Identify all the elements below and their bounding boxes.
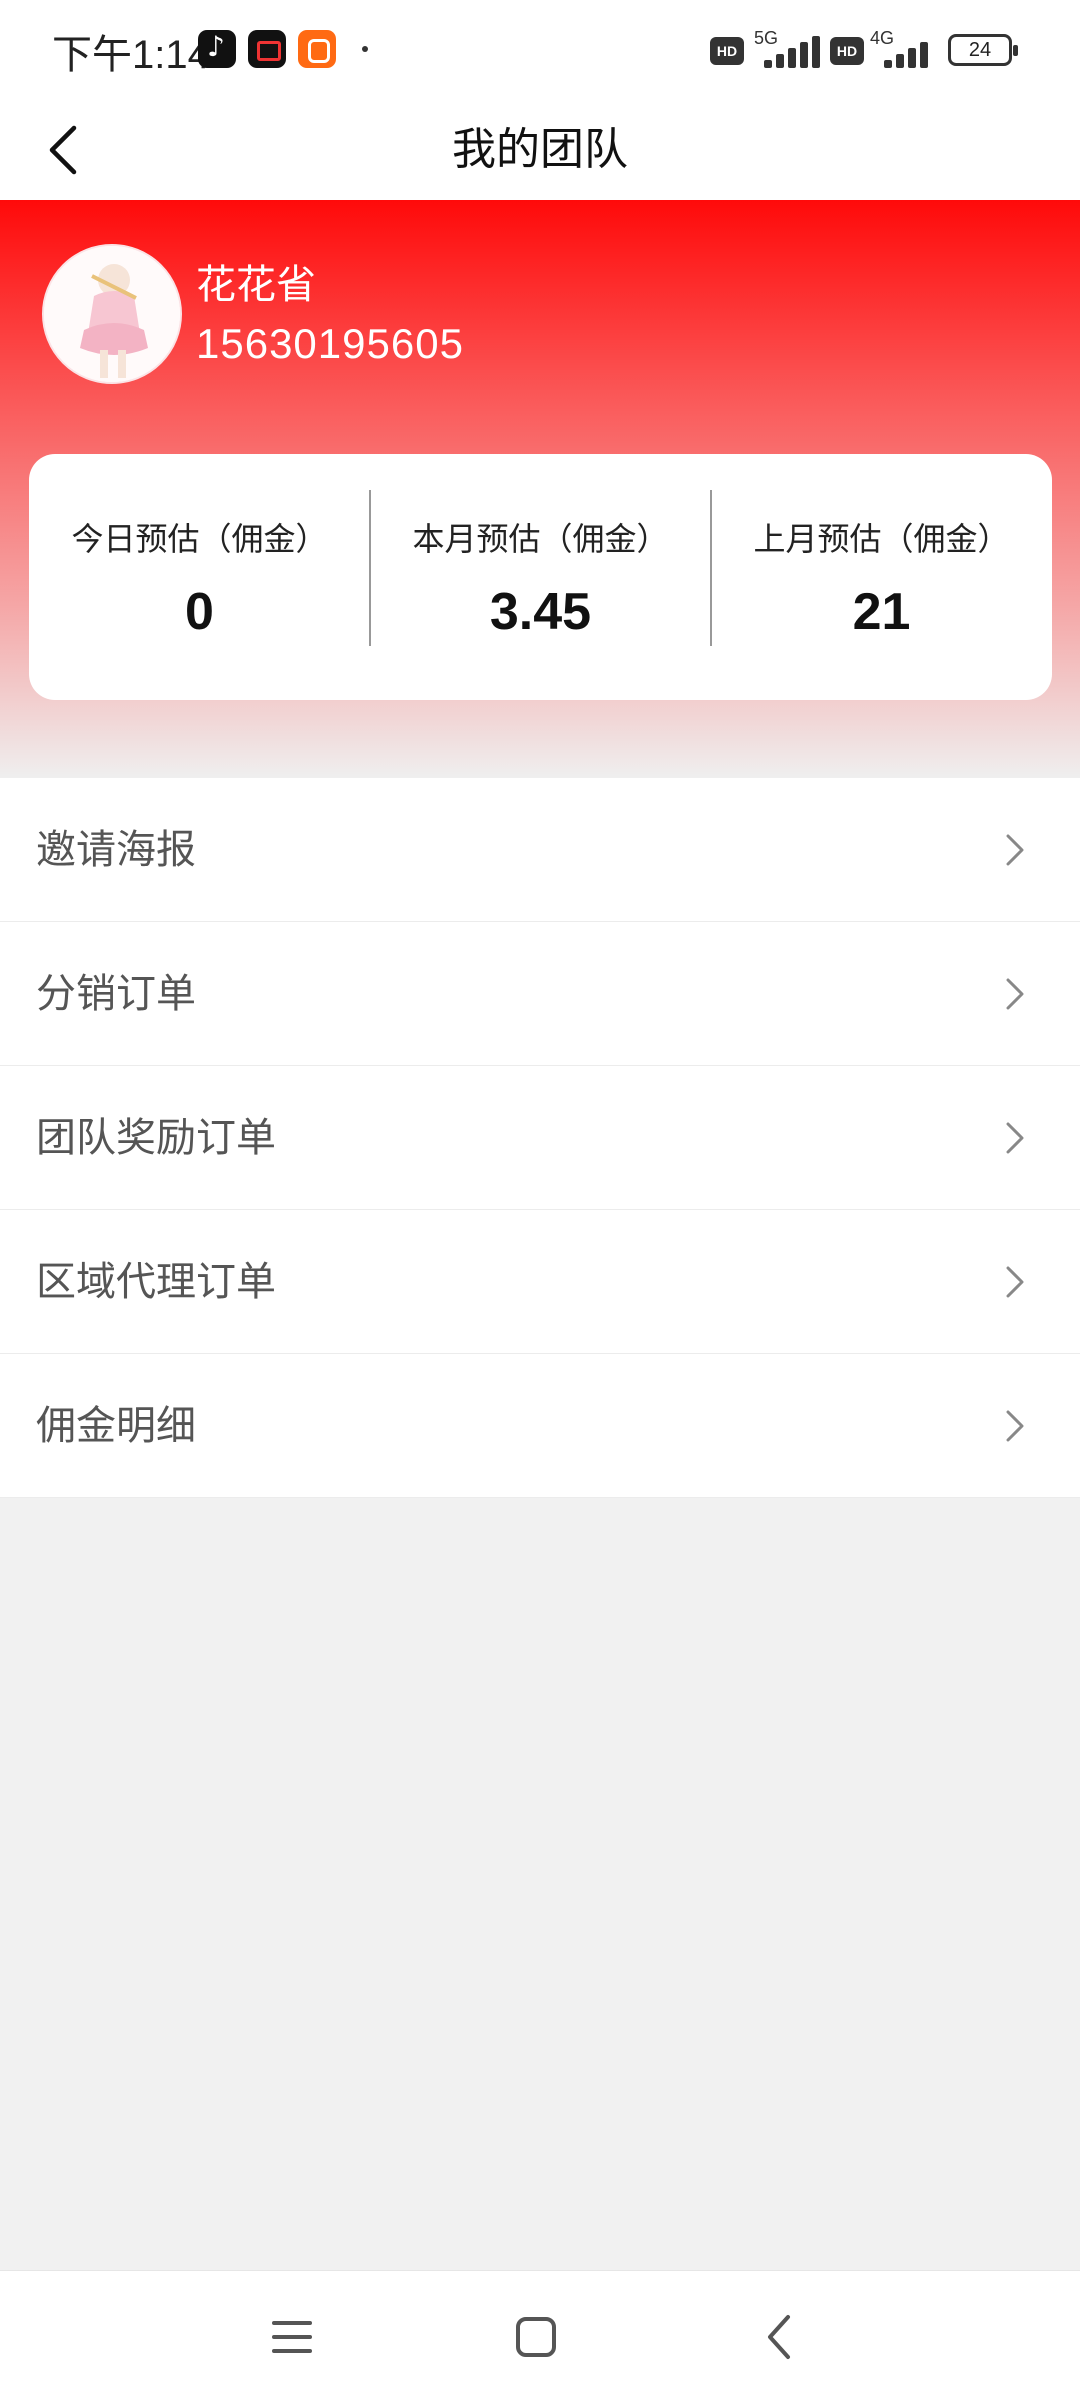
hd-badge-1: HD [710, 37, 744, 65]
menu-item-label: 分销订单 [36, 971, 196, 1017]
status-time: 下午1:14 [52, 33, 210, 77]
menu-list: 邀请海报 分销订单 团队奖励订单 区域代理订单 佣金明细 [0, 778, 1080, 1498]
user-name: 花花省 [196, 262, 316, 308]
system-nav-bar [0, 2270, 1080, 2400]
more-notifications-dot [362, 46, 368, 52]
stat-label: 本月预估（佣金） [412, 520, 669, 558]
stat-this-month: 本月预估（佣金） 3.45 [370, 490, 711, 646]
menu-item-distribution-orders[interactable]: 分销订单 [0, 922, 1080, 1066]
back-icon[interactable] [744, 2301, 816, 2373]
commission-stats-card: 今日预估（佣金） 0 本月预估（佣金） 3.45 上月预估（佣金） 21 [29, 454, 1052, 700]
kuaishou-notification-icon [298, 30, 336, 68]
chevron-right-icon [990, 970, 1038, 1018]
menu-item-commission-details[interactable]: 佣金明细 [0, 1354, 1080, 1498]
menu-item-label: 佣金明细 [36, 1403, 196, 1449]
menu-item-team-reward-orders[interactable]: 团队奖励订单 [0, 1066, 1080, 1210]
stat-label: 今日预估（佣金） [71, 520, 328, 558]
tiktok-notification-icon [198, 30, 236, 68]
stat-last-month: 上月预估（佣金） 21 [711, 490, 1052, 646]
menu-item-regional-agent-orders[interactable]: 区域代理订单 [0, 1210, 1080, 1354]
stat-value: 3.45 [489, 583, 592, 641]
stat-value: 21 [852, 583, 911, 641]
signal-icon-1 [752, 34, 820, 68]
profile-header: 花花省 15630195605 今日预估（佣金） 0 本月预估（佣金） 3.45… [0, 200, 1080, 778]
chevron-right-icon [990, 1114, 1038, 1162]
chevron-right-icon [990, 826, 1038, 874]
chevron-right-icon [990, 1258, 1038, 1306]
page-title: 我的团队 [452, 124, 628, 175]
menu-icon[interactable] [256, 2301, 328, 2373]
home-icon[interactable] [500, 2301, 572, 2373]
video-notification-icon [248, 30, 286, 68]
stat-label: 上月预估（佣金） [753, 520, 1010, 558]
user-phone: 15630195605 [196, 320, 464, 367]
hd-badge-2: HD [830, 37, 864, 65]
stat-today: 今日预估（佣金） 0 [29, 490, 370, 646]
battery-icon: 24 [948, 34, 1018, 66]
chevron-left-icon[interactable] [30, 114, 102, 186]
menu-item-label: 区域代理订单 [36, 1259, 276, 1305]
status-bar: 下午1:14 HD 5G HD 4G 24 [0, 0, 1080, 100]
menu-item-label: 团队奖励订单 [36, 1115, 276, 1161]
stat-value: 0 [185, 583, 214, 641]
chevron-right-icon [990, 1402, 1038, 1450]
nav-bar: 我的团队 [0, 100, 1080, 200]
avatar[interactable] [42, 244, 182, 384]
signal-icon-2 [872, 34, 938, 68]
menu-item-label: 邀请海报 [36, 827, 196, 873]
menu-item-invite-poster[interactable]: 邀请海报 [0, 778, 1080, 922]
